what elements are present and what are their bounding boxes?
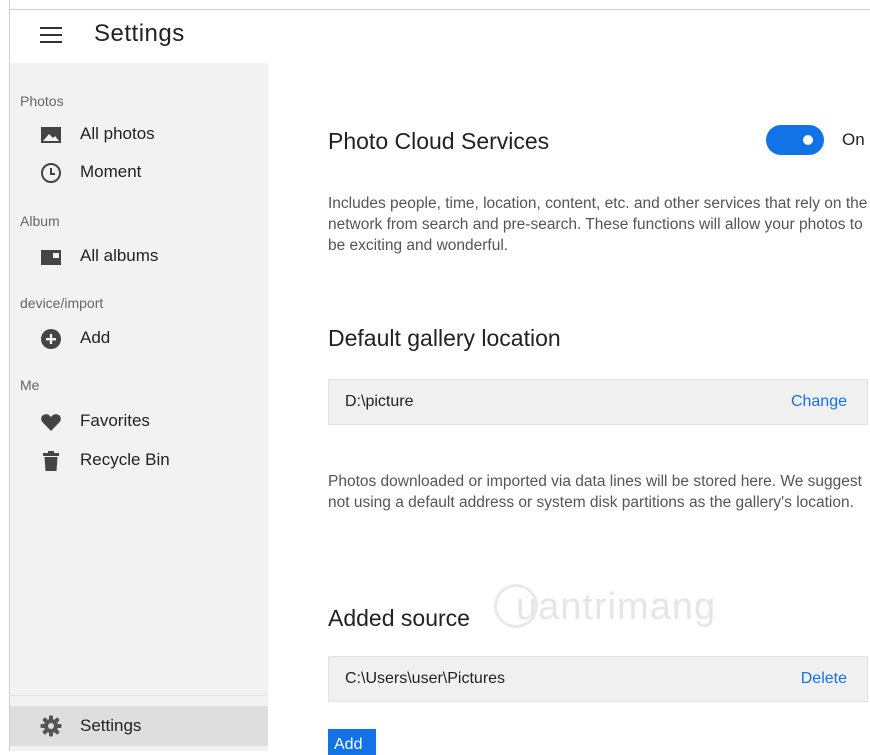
sidebar: Photos All photos Moment Album All album… [10, 63, 268, 751]
delete-link[interactable]: Delete [801, 670, 847, 688]
gallery-path: D:\picture [345, 393, 414, 410]
watermark: uantrimang [494, 580, 804, 640]
sidebar-item-favorites[interactable]: Favorites [10, 405, 268, 437]
sidebar-item-label: Add [80, 328, 111, 347]
sidebar-item-all-albums[interactable]: All albums [10, 240, 268, 272]
clock-icon [41, 163, 61, 183]
sidebar-item-all-photos[interactable]: All photos [10, 118, 268, 150]
sidebar-item-recycle-bin[interactable]: Recycle Bin [10, 444, 268, 476]
watermark-text: uantrimang [516, 586, 717, 628]
hamburger-menu-icon[interactable] [40, 27, 62, 43]
page-title: Settings [94, 20, 185, 47]
added-source-title: Added source [328, 605, 470, 631]
sidebar-item-label: All albums [80, 246, 159, 265]
sidebar-item-label: Recycle Bin [80, 450, 170, 469]
gallery-location-field: D:\picture Change [328, 379, 868, 425]
section-label-device-import: device/import [20, 295, 104, 311]
image-icon [41, 127, 61, 143]
trash-icon [43, 451, 59, 471]
source-row: C:\Users\user\Pictures Delete [328, 656, 868, 702]
album-icon [41, 250, 61, 265]
toggle-knob [803, 135, 813, 145]
sidebar-item-add[interactable]: Add [10, 322, 268, 354]
gallery-location-title: Default gallery location [328, 325, 561, 351]
change-link[interactable]: Change [791, 393, 847, 411]
add-source-button[interactable]: Add [328, 729, 376, 755]
sidebar-item-label: Settings [80, 716, 142, 735]
sidebar-item-label: Favorites [80, 411, 150, 430]
sidebar-item-label: Moment [80, 162, 142, 181]
section-label-photos: Photos [20, 93, 64, 109]
sidebar-item-moment[interactable]: Moment [10, 156, 268, 188]
gallery-location-description: Photos downloaded or imported via data l… [328, 473, 862, 511]
sidebar-divider [10, 695, 268, 696]
cloud-services-title: Photo Cloud Services [328, 128, 550, 154]
source-path: C:\Users\user\Pictures [345, 670, 506, 687]
section-label-album: Album [20, 213, 60, 229]
plus-circle-icon [41, 329, 61, 349]
section-label-me: Me [20, 377, 40, 393]
title-bar: Settings [10, 10, 870, 63]
toggle-state-label: On [842, 130, 865, 149]
sidebar-item-settings[interactable]: Settings [10, 706, 268, 746]
sidebar-item-label: All photos [80, 124, 155, 143]
heart-icon [41, 414, 61, 431]
settings-panel: Photo Cloud Services On Includes people,… [268, 63, 870, 755]
cloud-services-description: Includes people, time, location, content… [328, 195, 868, 254]
gear-icon [40, 715, 62, 737]
cloud-services-toggle[interactable] [766, 125, 824, 155]
